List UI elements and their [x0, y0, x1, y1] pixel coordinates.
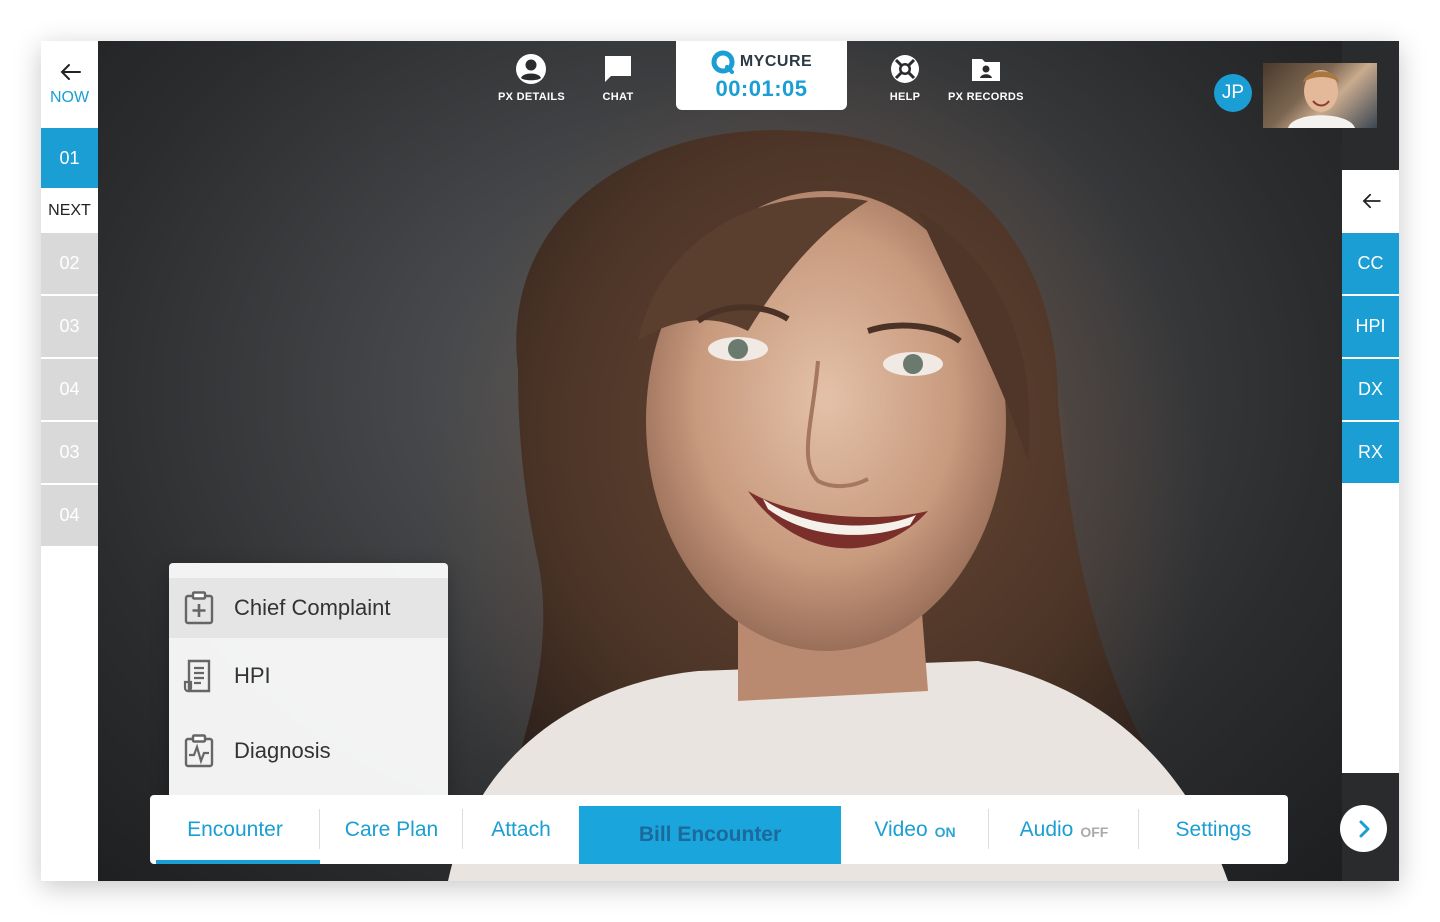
self-video-preview[interactable]	[1263, 63, 1377, 128]
px-records-button[interactable]: PX RECORDS	[948, 53, 1024, 103]
brand: MYCURE	[711, 50, 812, 74]
patient-queue: NOW 01 NEXT 02 03 04 03 04	[41, 41, 98, 881]
quick-menu-rx[interactable]: RX	[1342, 422, 1399, 483]
queue-item[interactable]: 03	[41, 422, 98, 483]
brand-name: MYCURE	[739, 52, 813, 70]
chat-button[interactable]: CHAT	[602, 53, 634, 103]
user-circle-icon	[516, 54, 547, 84]
quick-menu-cc[interactable]: CC	[1342, 233, 1399, 294]
clipboard-plus-icon	[184, 591, 214, 625]
chat-label: CHAT	[602, 91, 634, 103]
encounter-menu: Chief Complaint HPI Diagnosis	[169, 563, 448, 801]
video-state: ON	[934, 823, 956, 840]
session-timer-panel: MYCURE 00:01:05	[676, 41, 847, 110]
tab-care-plan[interactable]: Care Plan	[320, 795, 463, 864]
tab-settings[interactable]: Settings	[1139, 795, 1288, 864]
bottom-tab-bar: Encounter Care Plan Attach Bill Encounte…	[150, 795, 1288, 864]
video-label: Video	[874, 817, 928, 841]
clipboard-pulse-icon	[184, 733, 214, 767]
queue-now-header[interactable]: NOW	[41, 41, 98, 128]
help-label: HELP	[889, 91, 921, 103]
queue-now-label: NOW	[49, 88, 90, 106]
session-timer: 00:01:05	[715, 75, 808, 101]
user-avatar[interactable]: JP	[1214, 74, 1252, 112]
menu-item-chief-complaint[interactable]: Chief Complaint	[169, 578, 448, 638]
queue-next-label: NEXT	[41, 188, 98, 233]
queue-item[interactable]: 04	[41, 359, 98, 420]
audio-label: Audio	[1019, 817, 1074, 841]
tab-audio[interactable]: Audio OFF	[989, 795, 1139, 864]
help-button[interactable]: HELP	[889, 53, 921, 103]
px-details-button[interactable]: PX DETAILS	[498, 53, 565, 103]
self-video-image	[1288, 70, 1355, 128]
document-list-icon	[183, 659, 211, 692]
lifebuoy-icon	[891, 55, 919, 83]
queue-item[interactable]: 02	[41, 233, 98, 294]
menu-item-label: Chief Complaint	[234, 595, 391, 620]
chat-bubble-icon	[605, 56, 631, 82]
tab-attach[interactable]: Attach	[463, 795, 579, 864]
folder-user-icon	[971, 59, 1000, 81]
arrow-left-icon[interactable]	[59, 63, 81, 81]
queue-current-item[interactable]: 01	[41, 128, 98, 188]
quick-menu: CC HPI DX RX	[1342, 170, 1399, 773]
audio-state: OFF	[1080, 823, 1109, 840]
mycure-logo-icon	[711, 50, 735, 74]
px-records-label: PX RECORDS	[948, 91, 1024, 103]
quick-menu-dx[interactable]: DX	[1342, 359, 1399, 420]
menu-item-label: Diagnosis	[234, 737, 331, 763]
telehealth-window: NOW 01 NEXT 02 03 04 03 04 PX DETAILS CH…	[41, 41, 1399, 881]
queue-item[interactable]: 03	[41, 296, 98, 357]
next-page-button[interactable]	[1340, 805, 1387, 852]
tab-encounter[interactable]: Encounter	[150, 795, 320, 864]
quick-menu-hpi[interactable]: HPI	[1342, 296, 1399, 357]
px-details-label: PX DETAILS	[498, 91, 565, 103]
menu-item-hpi[interactable]: HPI	[169, 638, 448, 713]
queue-item[interactable]: 04	[41, 485, 98, 546]
tab-video[interactable]: Video ON	[841, 795, 989, 864]
chevron-right-icon	[1359, 820, 1369, 837]
menu-item-diagnosis[interactable]: Diagnosis	[169, 713, 448, 788]
bill-encounter-button[interactable]: Bill Encounter	[579, 806, 841, 864]
menu-item-label: HPI	[234, 662, 271, 688]
arrow-left-icon[interactable]	[1361, 193, 1381, 209]
quick-menu-back[interactable]	[1342, 170, 1399, 231]
